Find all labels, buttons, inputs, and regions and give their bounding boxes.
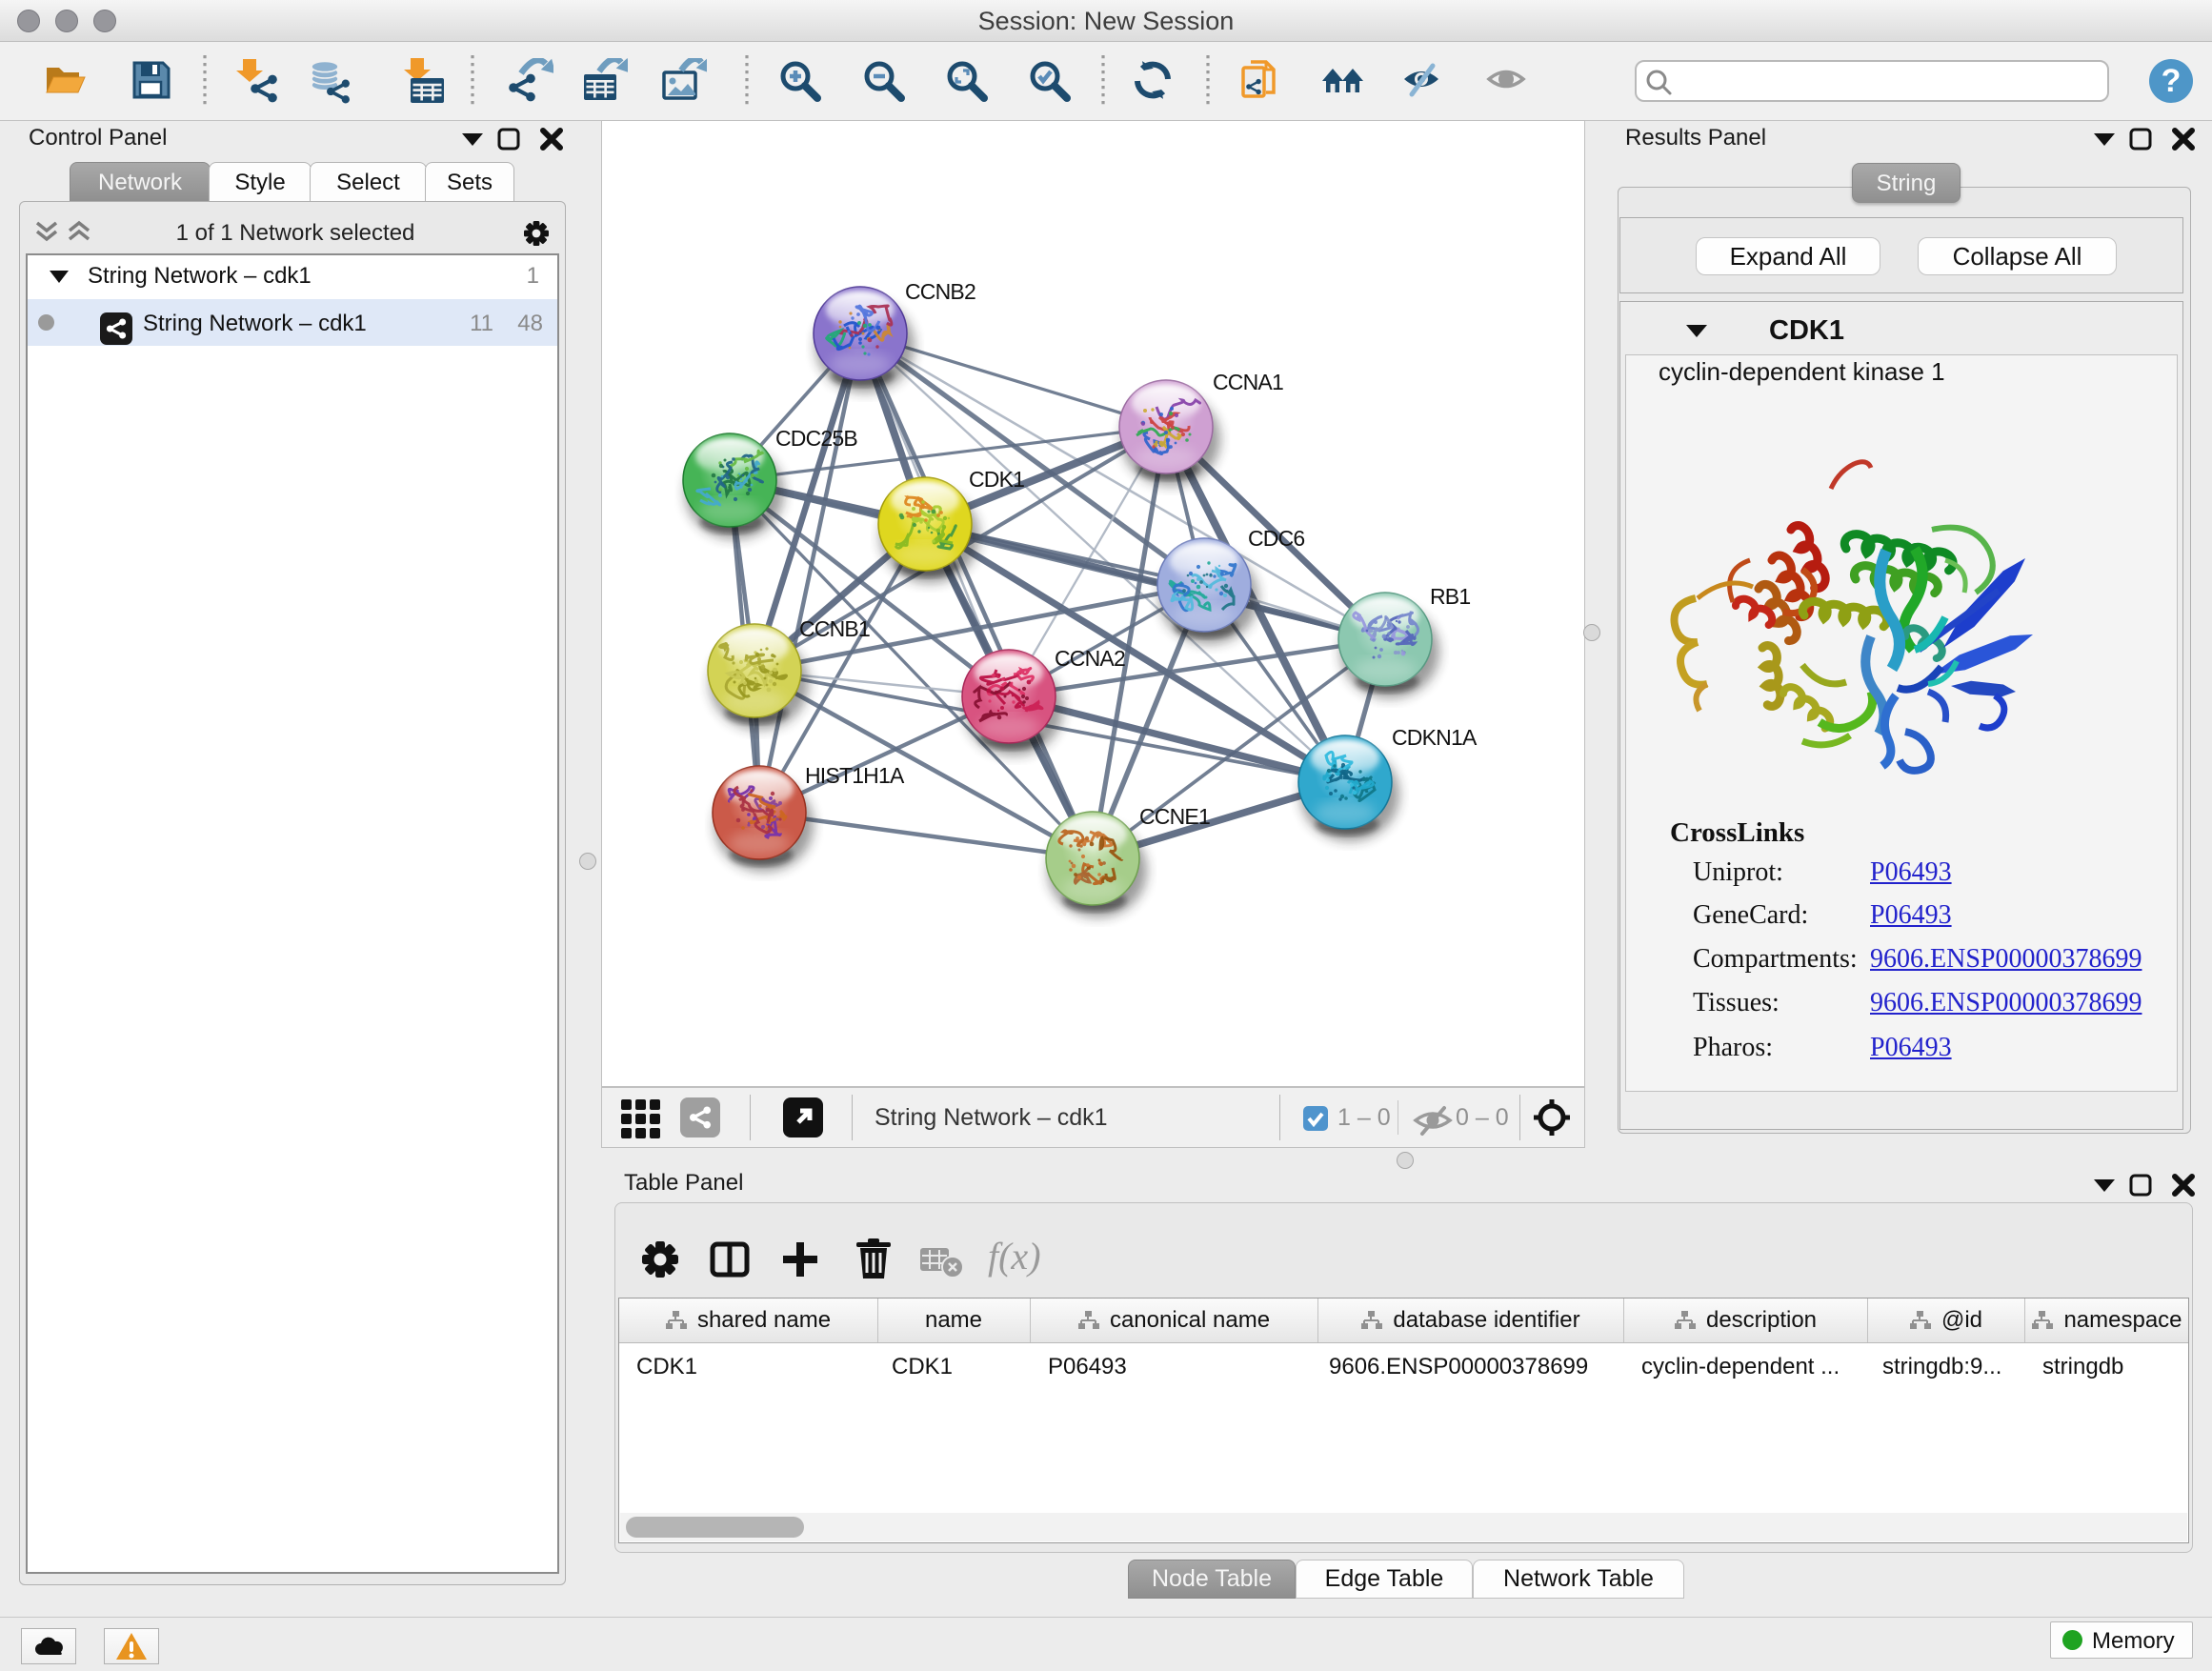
svg-text:CCNB1: CCNB1 — [799, 616, 870, 641]
svg-text:CDC6: CDC6 — [1248, 526, 1304, 551]
svg-text:RB1: RB1 — [1430, 584, 1470, 609]
svg-text:CCNA1: CCNA1 — [1213, 370, 1283, 394]
svg-text:CCNB2: CCNB2 — [905, 279, 975, 304]
svg-text:CDKN1A: CDKN1A — [1392, 725, 1478, 750]
svg-text:HIST1H1A: HIST1H1A — [805, 763, 905, 788]
svg-text:CCNA2: CCNA2 — [1055, 646, 1125, 671]
svg-text:CDC25B: CDC25B — [775, 426, 857, 451]
svg-text:CDK1: CDK1 — [969, 467, 1024, 492]
svg-text:CCNE1: CCNE1 — [1139, 804, 1210, 829]
